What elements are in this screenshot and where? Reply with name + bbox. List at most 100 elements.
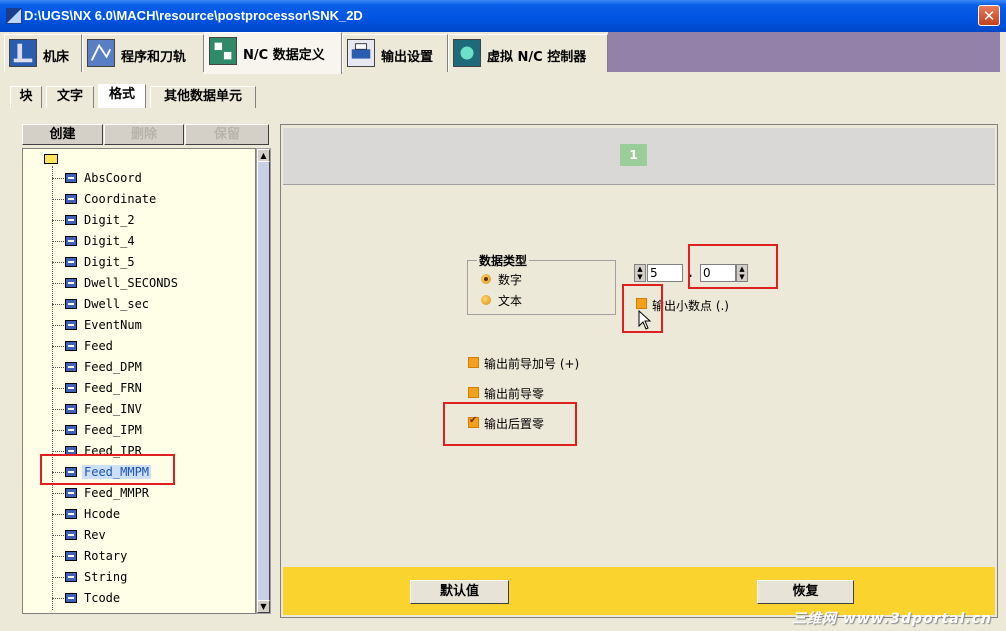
tree-item-label: EventNum	[84, 318, 142, 332]
tab-strip-fill	[608, 32, 1000, 72]
format-node-icon	[65, 593, 77, 603]
subtab-block[interactable]: 块	[10, 86, 42, 108]
tree-item[interactable]: Feed	[52, 338, 252, 356]
output-leading-plus-checkbox[interactable]	[468, 357, 479, 368]
tree-item-label: Feed_FRN	[84, 381, 142, 395]
tree-item[interactable]: Feed_FRN	[52, 380, 252, 398]
folder-icon[interactable]	[44, 154, 58, 164]
tree-item-label: Feed_IPM	[84, 423, 142, 437]
tree-item[interactable]: Digit_2	[52, 212, 252, 230]
tree-toolbar: 创建 删除 保留	[22, 124, 270, 146]
tab-nc-data-definition-label: N/C 数据定义	[243, 48, 325, 63]
tree-item-label: Feed	[84, 339, 113, 353]
tree-item-label: Coordinate	[84, 192, 157, 206]
tree-item[interactable]: EventNum	[52, 317, 252, 335]
create-button[interactable]: 创建	[22, 124, 103, 145]
tab-virtual-nc-controller[interactable]: 虚拟 N/C 控制器	[448, 34, 608, 72]
tree-item[interactable]: Feed_IPM	[52, 422, 252, 440]
tab-machine-label: 机床	[43, 50, 70, 65]
machine-tool-icon	[9, 39, 37, 67]
format-node-icon	[65, 215, 77, 225]
tree-item-label: Hcode	[84, 507, 121, 521]
tree-branch-line	[52, 178, 64, 179]
tree-item-label: Dwell_sec	[84, 297, 150, 311]
data-type-title: 数据类型	[477, 252, 530, 269]
radio-text-label: 文本	[498, 294, 523, 308]
integer-digits-spinner[interactable]: ▲ ▼ 5	[634, 264, 684, 282]
delete-button[interactable]: 删除	[104, 124, 184, 145]
keep-button[interactable]: 保留	[185, 124, 269, 145]
tree-item[interactable]: Dwell_SECONDS	[52, 275, 252, 293]
tree-item[interactable]: Hcode	[52, 506, 252, 524]
tree-item[interactable]: String	[52, 569, 252, 587]
tree-branch-line	[52, 241, 64, 242]
tree-item[interactable]: Tcode	[52, 590, 252, 608]
tree-item[interactable]: Digit_5	[52, 254, 252, 272]
format-node-icon	[65, 194, 77, 204]
default-values-button[interactable]: 默认值	[410, 580, 509, 604]
tree-item[interactable]: Feed_MMPR	[52, 485, 252, 503]
format-node-icon	[65, 488, 77, 498]
tree-item-label: Dwell_SECONDS	[84, 276, 178, 290]
tree-item[interactable]: Feed_DPM	[52, 359, 252, 377]
subtab-other-data-elements[interactable]: 其他数据单元	[150, 86, 256, 108]
format-node-icon	[65, 572, 77, 582]
tree-branch-line	[52, 220, 64, 221]
scroll-down-arrow[interactable]: ▼	[257, 600, 270, 613]
tab-nc-data-definition[interactable]: N/C 数据定义	[204, 32, 342, 74]
toolpath-icon	[87, 39, 115, 67]
integer-digits-input[interactable]: 5	[647, 264, 683, 282]
tree-item[interactable]: Digit_4	[52, 233, 252, 251]
tab-output-settings[interactable]: 输出设置	[342, 34, 448, 72]
subtab-word[interactable]: 文字	[46, 86, 94, 108]
tree-item[interactable]: Feed_INV	[52, 401, 252, 419]
tree-item[interactable]: AbsCoord	[52, 170, 252, 188]
tree-branch-line	[52, 262, 64, 263]
tree-item-label: Digit_2	[84, 213, 135, 227]
format-node-icon	[65, 551, 77, 561]
tree-item-label: Feed_MMPR	[84, 486, 150, 500]
mouse-cursor-icon	[638, 310, 652, 330]
tab-program-toolpath[interactable]: 程序和刀轨	[82, 34, 204, 72]
tree-item[interactable]: Rotary	[52, 548, 252, 566]
title-bar: D:\UGS\NX 6.0\MACH\resource\postprocesso…	[0, 0, 1006, 32]
tab-machine[interactable]: 机床	[4, 34, 82, 72]
virtual-controller-icon	[453, 39, 481, 67]
radio-number[interactable]	[481, 274, 491, 284]
tree-branch-line	[52, 304, 64, 305]
format-node-icon	[65, 236, 77, 246]
format-node-icon	[65, 320, 77, 330]
tree-item[interactable]: Dwell_sec	[52, 296, 252, 314]
tree-branch-line	[52, 199, 64, 200]
format-node-icon	[65, 278, 77, 288]
annotation-highlight-trailing-zero	[443, 402, 577, 446]
output-leading-zero-checkbox[interactable]	[468, 387, 479, 398]
tree-branch-line	[52, 535, 64, 536]
tree-scrollbar[interactable]: ▲ ▼	[256, 148, 271, 614]
radio-number-label: 数字	[498, 273, 523, 287]
scroll-thumb[interactable]	[257, 161, 270, 601]
subtab-format[interactable]: 格式	[98, 84, 146, 108]
tree-branch-line	[52, 388, 64, 389]
tab-virtual-nc-controller-label: 虚拟 N/C 控制器	[487, 50, 587, 65]
tree-branch-line	[52, 283, 64, 284]
close-button[interactable]: ✕	[978, 5, 1000, 26]
spinner-arrows-icon[interactable]: ▲ ▼	[634, 264, 646, 282]
nc-data-icon	[209, 37, 237, 65]
output-leading-zero-label: 输出前导零	[484, 387, 545, 401]
tree-branch-line	[52, 430, 64, 431]
tree-item[interactable]: Coordinate	[52, 191, 252, 209]
format-node-icon	[65, 530, 77, 540]
watermark-text: 三维网 www.3dportal.cn	[792, 611, 992, 627]
radio-text[interactable]	[481, 295, 491, 305]
tree-item[interactable]: Rev	[52, 527, 252, 545]
tree-item-label: AbsCoord	[84, 171, 142, 185]
tree-branch-line	[52, 325, 64, 326]
tree-branch-line	[52, 451, 64, 452]
annotation-highlight-selected-format	[40, 454, 175, 485]
tab-program-toolpath-label: 程序和刀轨	[121, 50, 187, 65]
tree-branch-line	[52, 346, 64, 347]
restore-button[interactable]: 恢复	[757, 580, 854, 604]
tree-item-label: String	[84, 570, 128, 584]
tab-output-settings-label: 输出设置	[381, 50, 434, 65]
